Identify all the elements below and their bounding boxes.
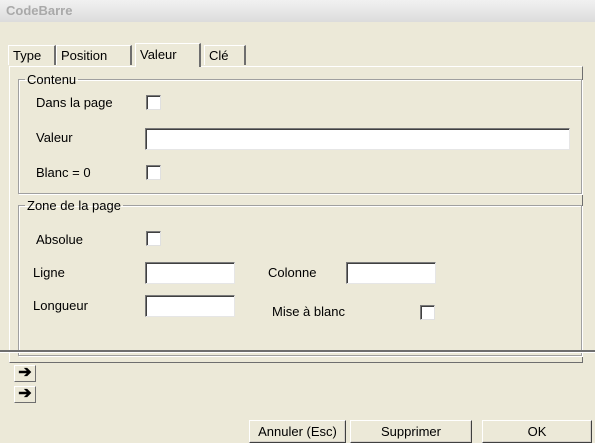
delete-button[interactable]: Supprimer <box>350 420 472 443</box>
dialog-body: Type Position Valeur Clé Contenu Dans la… <box>0 22 595 443</box>
next-arrow-button[interactable]: ➔ <box>14 365 36 382</box>
dans-la-page-label: Dans la page <box>36 95 113 110</box>
tab-label: Valeur <box>140 47 177 62</box>
mise-a-blanc-label: Mise à blanc <box>272 304 345 319</box>
contenu-legend: Contenu <box>27 72 77 87</box>
window-title: CodeBarre <box>6 3 73 18</box>
tab-label: Position <box>61 48 108 63</box>
tab-position[interactable]: Position <box>56 45 132 65</box>
next-arrow-button-2[interactable]: ➔ <box>14 386 36 403</box>
colonne-input[interactable] <box>346 262 436 284</box>
tab-valeur[interactable]: Valeur <box>135 43 201 67</box>
tab-cle[interactable]: Clé <box>204 45 246 65</box>
absolue-label: Absolue <box>36 232 83 247</box>
tab-label: Clé <box>209 48 229 63</box>
ligne-input[interactable] <box>145 262 235 284</box>
cancel-button[interactable]: Annuler (Esc) <box>249 420 346 443</box>
zone-legend: Zone de la page <box>27 198 121 213</box>
ligne-label: Ligne <box>33 265 65 280</box>
tab-type[interactable]: Type <box>8 45 56 65</box>
blanc-zero-label: Blanc = 0 <box>36 165 91 180</box>
longueur-label: Longueur <box>33 298 88 313</box>
valeur-label: Valeur <box>36 130 73 145</box>
right-arrow-icon: ➔ <box>18 364 32 381</box>
dans-la-page-checkbox[interactable] <box>146 95 161 110</box>
mise-a-blanc-checkbox[interactable] <box>420 305 435 320</box>
valeur-input[interactable] <box>145 128 570 150</box>
title-bar: CodeBarre <box>0 0 595 23</box>
separator <box>0 350 595 353</box>
blanc-zero-checkbox[interactable] <box>146 165 161 180</box>
longueur-input[interactable] <box>145 295 235 317</box>
tab-label: Type <box>13 48 42 63</box>
absolue-checkbox[interactable] <box>146 231 161 246</box>
ok-button[interactable]: OK <box>482 420 592 443</box>
colonne-label: Colonne <box>268 265 317 280</box>
right-arrow-icon: ➔ <box>18 385 32 402</box>
